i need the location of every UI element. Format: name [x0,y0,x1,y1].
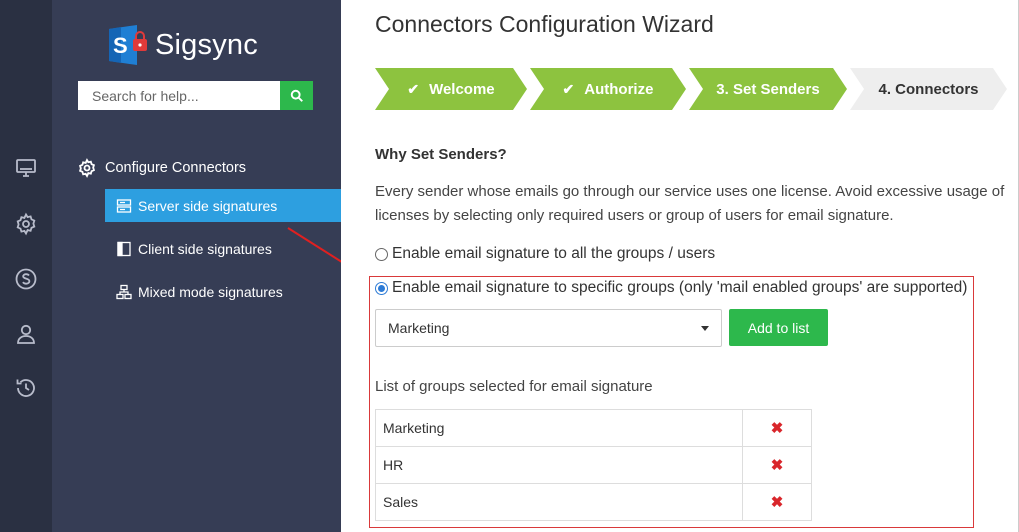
remove-icon[interactable]: ✖ [742,483,812,521]
description-text: Every sender whose emails go through our… [375,183,1005,224]
configure-connectors-section[interactable]: Configure Connectors [77,158,246,178]
step-label: Authorize [584,80,654,98]
table-row: HR ✖ [375,446,812,484]
table-row: Marketing ✖ [375,409,812,447]
main-content: Connectors Configuration Wizard ✔ Welcom… [341,0,1019,532]
radio-button[interactable] [375,281,388,295]
group-name: Marketing [375,409,743,447]
groups-list-title: List of groups selected for email signat… [375,378,653,395]
radio-all-groups[interactable]: Enable email signature to all the groups… [375,245,715,263]
step-label: 4. Connectors [878,80,979,98]
wizard-steps: ✔ Welcome ✔ Authorize 3. Set Senders 4. … [375,68,1007,110]
page-title: Connectors Configuration Wizard [375,11,714,37]
check-icon: ✔ [407,80,420,97]
step-welcome[interactable]: ✔ Welcome [375,68,527,110]
group-select[interactable]: Marketing [375,309,722,347]
gear-icon[interactable] [14,212,38,236]
sidebar-item-label: Client side signatures [138,240,272,257]
server-icon [116,198,132,213]
user-icon[interactable] [14,322,38,346]
radio-button[interactable] [375,247,388,261]
svg-text:S: S [113,33,128,58]
sigsync-s-icon[interactable] [14,267,38,291]
app-name: Sigsync [155,28,258,61]
search-icon [290,89,303,102]
caret-down-icon [701,325,709,331]
radio-label: Enable email signature to all the groups… [392,245,716,262]
step-authorize[interactable]: ✔ Authorize [530,68,686,110]
sidebar-item-label: Mixed mode signatures [138,283,283,300]
gear-icon [78,158,96,178]
group-name: Sales [375,483,743,521]
add-to-list-button[interactable]: Add to list [729,309,828,346]
check-icon: ✔ [562,80,575,97]
group-name: HR [375,446,743,484]
step-label: Welcome [429,80,495,98]
section-title: Why Set Senders? [375,146,507,163]
remove-icon[interactable]: ✖ [742,446,812,484]
sigsync-logo-icon: S [107,25,151,65]
section-label: Configure Connectors [105,160,247,176]
table-row: Sales ✖ [375,483,812,521]
search-button[interactable] [280,81,313,110]
search-input[interactable] [78,81,280,110]
sidebar-item-server-side[interactable]: Server side signatures [105,189,341,222]
radio-specific-groups[interactable]: Enable email signature to specific group… [375,279,967,297]
remove-icon[interactable]: ✖ [742,409,812,447]
group-select-value: Marketing [388,320,450,336]
sidebar-item-label: Server side signatures [138,197,278,214]
monitor-icon[interactable] [14,156,38,180]
sigsync-logo[interactable]: S Sigsync [107,25,258,65]
client-window-icon [117,241,131,256]
step-set-senders[interactable]: 3. Set Senders [689,68,847,110]
network-icon [116,284,132,299]
icon-rail [0,0,52,532]
radio-label: Enable email signature to specific group… [392,279,968,296]
groups-table: Marketing ✖ HR ✖ Sales ✖ [375,409,812,521]
step-connectors[interactable]: 4. Connectors [850,68,1007,110]
history-icon[interactable] [14,376,38,400]
search-bar [78,81,313,110]
step-label: 3. Set Senders [716,80,820,98]
